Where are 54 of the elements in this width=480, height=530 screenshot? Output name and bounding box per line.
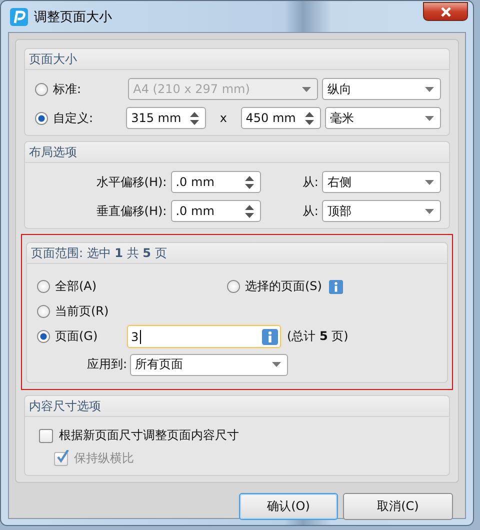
radio-label: 页面(G) [55,328,98,345]
offset-field[interactable]: .0 mm [170,171,262,193]
offset-field[interactable]: .0 mm [170,200,262,222]
radio-label: 自定义: [53,110,94,126]
dialog-button[interactable]: 取消(C) [343,493,453,520]
window-title: 调整页面大小 [34,8,112,26]
info-icon[interactable] [328,280,343,294]
pages-field[interactable]: 3 [127,325,281,348]
checkbox[interactable] [39,428,53,442]
caret-icon [425,180,434,184]
times-label: x [218,111,228,125]
radio-button[interactable] [35,82,48,96]
group-title: 页面范围: 选中 1 共 5 页 [31,244,167,262]
apply-dropdown[interactable]: 所有页面 [130,354,288,376]
caret-icon [425,208,434,214]
spinner-icon [245,176,254,188]
from-label: 从: [301,202,318,220]
caret-icon [302,86,312,92]
apply-label: 应用到: [86,356,128,373]
radio-label: 当前页(R) [55,303,109,320]
close-button[interactable] [423,2,468,21]
from-dropdown[interactable]: 右侧 [322,171,441,193]
group-title: 布局选项 [29,144,77,160]
group-title: 页面大小 [29,50,77,68]
app-logo-icon [10,8,28,26]
checkbox-label: 根据新页面尺寸调整页面内容尺寸 [59,427,239,444]
unit-dropdown[interactable]: 毫米 [324,107,442,129]
from-dropdown[interactable]: 顶部 [322,200,441,222]
caret-icon [425,86,434,92]
radio-button[interactable] [35,112,48,124]
spinner-icon [245,204,254,218]
info-icon[interactable] [262,328,278,344]
total-pages-label: (总计 5 页) [287,328,348,345]
radio-label: 选择的页面(S) [245,278,322,295]
radio-button[interactable] [37,305,50,318]
radio-label: 全部(A) [55,278,97,295]
height-field[interactable]: 450 mm [240,107,321,129]
radio-button[interactable] [37,330,50,343]
close-icon [440,6,452,16]
radio-button[interactable] [227,280,240,293]
offset-label: 水平偏移(H): [95,174,167,190]
group-title: 内容尺寸选项 [29,398,101,414]
width-field[interactable]: 315 mm [126,107,206,129]
radio-button[interactable] [37,280,50,293]
radio-label: 标准: [53,80,82,98]
spinner-icon [190,112,200,124]
spinner-icon [304,112,314,124]
dialog-button[interactable]: 确认(O) [239,493,338,520]
orientation-dropdown[interactable]: 纵向 [322,78,441,100]
caret-icon [425,116,434,120]
caret-icon [272,362,281,367]
offset-label: 垂直偏移(H): [95,202,167,220]
checkbox-label: 保持纵横比 [74,450,134,467]
from-label: 从: [301,174,318,190]
